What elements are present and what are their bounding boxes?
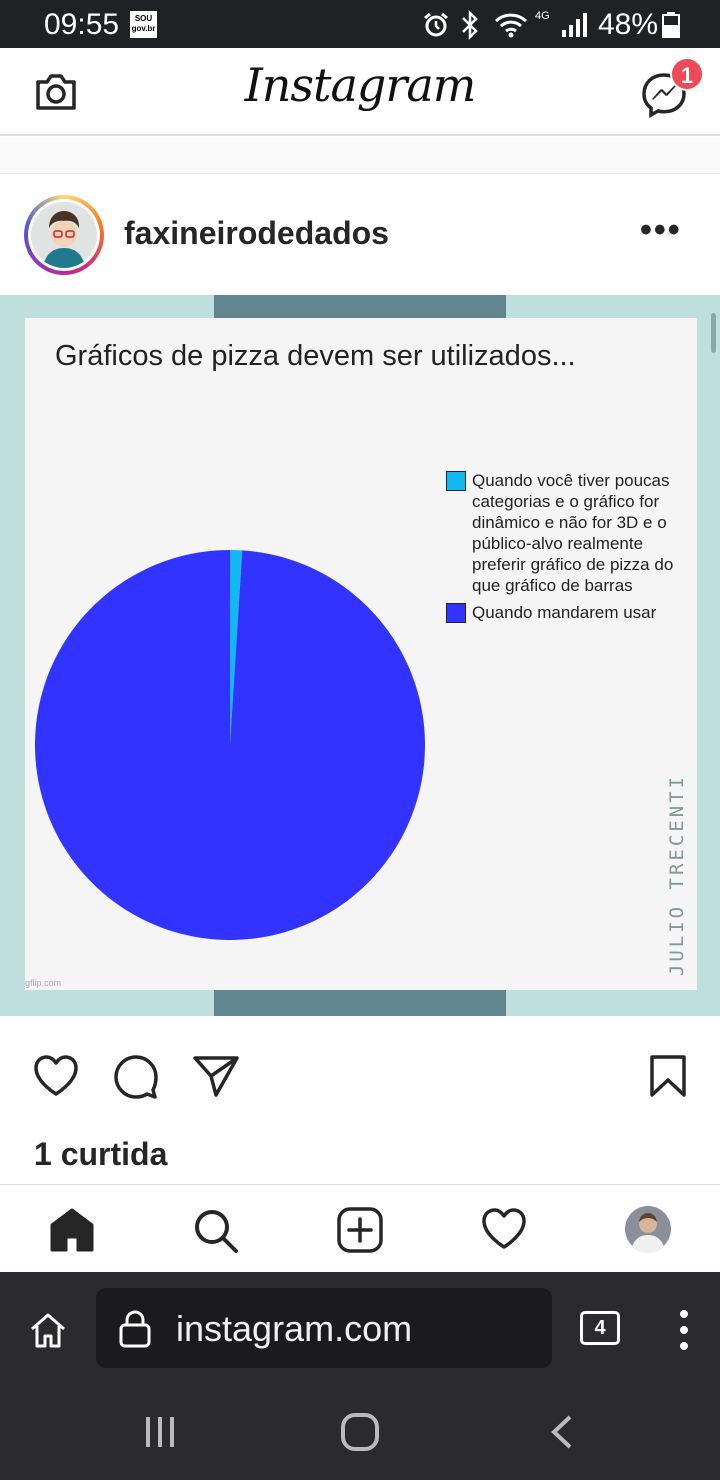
legend-swatch: [446, 471, 466, 491]
pie-slice-1: [35, 550, 425, 941]
user-avatar[interactable]: [24, 195, 104, 275]
network-type: 4G: [535, 10, 550, 22]
legend-label: Quando mandarem usar: [472, 603, 657, 622]
activity-heart-icon[interactable]: [480, 1207, 528, 1251]
post-image[interactable]: Gráficos de pizza devem ser utilizados..…: [0, 295, 720, 1016]
profile-avatar-icon[interactable]: [624, 1205, 672, 1253]
url-bar[interactable]: instagram.com: [96, 1288, 552, 1368]
home-icon[interactable]: [48, 1207, 96, 1253]
watermark: gflip.com: [25, 978, 62, 988]
recent-apps-icon[interactable]: [142, 1414, 178, 1450]
instagram-header: Instagram: [0, 48, 720, 136]
post-actions: 1 curtida: [0, 1016, 720, 1184]
create-post-icon[interactable]: [336, 1207, 384, 1253]
browser-toolbar: instagram.com 4: [0, 1272, 720, 1392]
alarm-icon: [424, 12, 448, 37]
bluetooth-icon: [462, 10, 478, 40]
legend-label: Quando você tiver poucas categorias e o …: [472, 471, 674, 595]
system-nav-bar: [0, 1392, 720, 1480]
legend-swatch: [446, 603, 466, 623]
tabs-count-button[interactable]: 4: [580, 1311, 620, 1345]
image-frame-bottom: [214, 990, 506, 1016]
status-bar: 09:55 SOU gov.br 4G 48%: [0, 0, 720, 48]
instagram-logo[interactable]: Instagram: [0, 58, 720, 112]
battery-level: 48%: [598, 8, 659, 41]
system-home-icon[interactable]: [340, 1412, 380, 1452]
stories-divider: [0, 138, 720, 174]
search-icon[interactable]: [192, 1207, 240, 1255]
bookmark-save-icon[interactable]: [648, 1054, 688, 1098]
share-send-icon[interactable]: [192, 1054, 240, 1098]
svg-text:JULIO TRECENTI: JULIO TRECENTI: [666, 774, 688, 976]
post-username[interactable]: faxineirodedados: [124, 215, 389, 252]
chart-legend: Quando você tiver poucas categorias e o …: [446, 470, 691, 629]
scroll-indicator: [711, 313, 716, 353]
legend-item: Quando mandarem usar: [446, 602, 691, 623]
signal-icon: [562, 13, 587, 37]
pie-svg: [35, 550, 425, 941]
instagram-bottom-nav: [0, 1184, 720, 1272]
image-frame-top: [214, 295, 506, 318]
comment-icon[interactable]: [112, 1053, 160, 1101]
post-header: faxineirodedados •••: [0, 175, 720, 295]
messenger-notification-badge: 1: [670, 57, 704, 91]
more-options-icon[interactable]: •••: [640, 211, 682, 250]
likes-count[interactable]: 1 curtida: [34, 1136, 167, 1173]
browser-menu-icon[interactable]: [676, 1308, 692, 1352]
lock-icon: [119, 1310, 151, 1348]
wifi-icon: [494, 13, 528, 38]
sou-govbr-notification-icon: SOU gov.br: [130, 11, 157, 38]
back-icon[interactable]: [548, 1414, 576, 1450]
like-heart-icon[interactable]: [32, 1054, 80, 1098]
author-signature: JULIO TRECENTI: [666, 774, 688, 976]
avatar-illustration: [31, 202, 97, 268]
legend-item: Quando você tiver poucas categorias e o …: [446, 470, 691, 596]
clock: 09:55: [44, 8, 120, 41]
browser-home-icon[interactable]: [28, 1310, 68, 1350]
battery-icon: [662, 12, 680, 38]
pie-chart: Gráficos de pizza devem ser utilizados..…: [25, 318, 697, 990]
url-text: instagram.com: [176, 1308, 413, 1349]
